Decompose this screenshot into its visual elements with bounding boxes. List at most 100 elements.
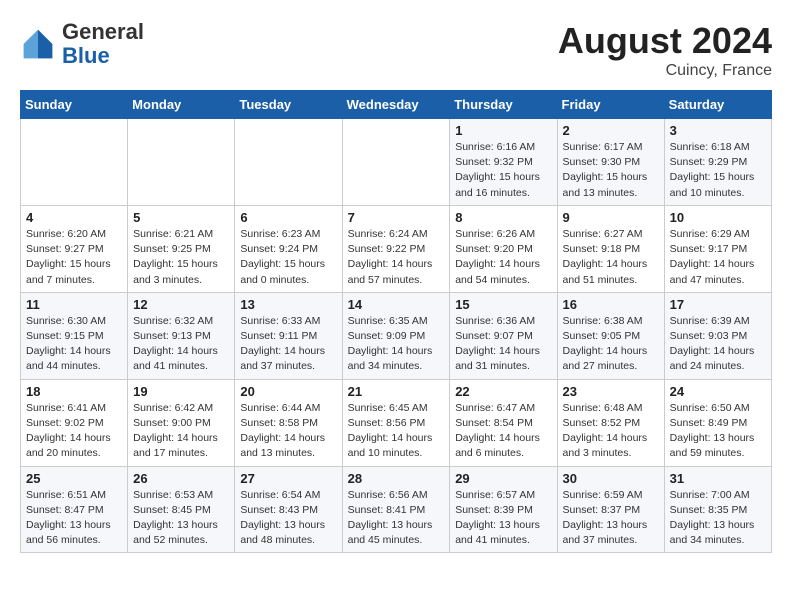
day-number: 7 bbox=[348, 210, 445, 225]
empty-cell bbox=[21, 119, 128, 206]
day-number: 18 bbox=[26, 384, 122, 399]
day-cell-22: 22Sunrise: 6:47 AM Sunset: 8:54 PM Dayli… bbox=[450, 379, 557, 466]
day-cell-30: 30Sunrise: 6:59 AM Sunset: 8:37 PM Dayli… bbox=[557, 466, 664, 553]
day-header-wednesday: Wednesday bbox=[342, 91, 450, 119]
week-row-2: 4 Sunrise: 6:20 AM Sunset: 9:27 PM Daylig… bbox=[21, 205, 772, 292]
day-header-friday: Friday bbox=[557, 91, 664, 119]
day-cell-3: 3 Sunrise: 6:18 AM Sunset: 9:29 PM Daylig… bbox=[664, 119, 771, 206]
day-info: Sunrise: 6:18 AM Sunset: 9:29 PM Dayligh… bbox=[670, 140, 766, 201]
week-row-3: 11 Sunrise: 6:30 AM Sunset: 9:15 PM Dayli… bbox=[21, 292, 772, 379]
day-cell-24: 24 Sunrise: 6:50 AM Sunset: 8:49 PM Dayli… bbox=[664, 379, 771, 466]
day-number: 29 bbox=[455, 471, 551, 486]
page-header: General Blue August 2024 Cuincy, France bbox=[20, 20, 772, 80]
day-number: 23 bbox=[563, 384, 659, 399]
day-number: 19 bbox=[133, 384, 229, 399]
logo: General Blue bbox=[20, 20, 144, 68]
day-cell-10: 10 Sunrise: 6:29 AM Sunset: 9:17 PM Dayli… bbox=[664, 205, 771, 292]
day-number: 10 bbox=[670, 210, 766, 225]
day-info: Sunrise: 6:21 AM Sunset: 9:25 PM Dayligh… bbox=[133, 227, 229, 288]
day-info: Sunrise: 6:42 AM Sunset: 9:00 PM Dayligh… bbox=[133, 401, 229, 462]
day-number: 13 bbox=[240, 297, 336, 312]
empty-cell bbox=[235, 119, 342, 206]
day-number: 9 bbox=[563, 210, 659, 225]
day-cell-15: 15Sunrise: 6:36 AM Sunset: 9:07 PM Dayli… bbox=[450, 292, 557, 379]
week-row-1: 1 Sunrise: 6:16 AM Sunset: 9:32 PM Daylig… bbox=[21, 119, 772, 206]
week-row-5: 25 Sunrise: 6:51 AM Sunset: 8:47 PM Dayli… bbox=[21, 466, 772, 553]
calendar-header-row: SundayMondayTuesdayWednesdayThursdayFrid… bbox=[21, 91, 772, 119]
day-number: 27 bbox=[240, 471, 336, 486]
day-number: 2 bbox=[563, 123, 659, 138]
day-cell-12: 12Sunrise: 6:32 AM Sunset: 9:13 PM Dayli… bbox=[128, 292, 235, 379]
title-block: August 2024 Cuincy, France bbox=[558, 20, 772, 80]
day-info: Sunrise: 6:20 AM Sunset: 9:27 PM Dayligh… bbox=[26, 227, 122, 288]
day-info: Sunrise: 6:30 AM Sunset: 9:15 PM Dayligh… bbox=[26, 314, 122, 375]
day-cell-20: 20 Sunrise: 6:44 AM Sunset: 8:58 PM Dayli… bbox=[235, 379, 342, 466]
day-cell-16: 16 Sunrise: 6:38 AM Sunset: 9:05 PM Dayli… bbox=[557, 292, 664, 379]
day-cell-1: 1 Sunrise: 6:16 AM Sunset: 9:32 PM Daylig… bbox=[450, 119, 557, 206]
day-cell-26: 26Sunrise: 6:53 AM Sunset: 8:45 PM Dayli… bbox=[128, 466, 235, 553]
day-info: Sunrise: 6:29 AM Sunset: 9:17 PM Dayligh… bbox=[670, 227, 766, 288]
day-info: Sunrise: 6:54 AM Sunset: 8:43 PM Dayligh… bbox=[240, 488, 336, 549]
day-number: 24 bbox=[670, 384, 766, 399]
empty-cell bbox=[128, 119, 235, 206]
day-info: Sunrise: 6:48 AM Sunset: 8:52 PM Dayligh… bbox=[563, 401, 659, 462]
day-cell-23: 23 Sunrise: 6:48 AM Sunset: 8:52 PM Dayli… bbox=[557, 379, 664, 466]
day-header-tuesday: Tuesday bbox=[235, 91, 342, 119]
day-number: 22 bbox=[455, 384, 551, 399]
week-row-4: 18 Sunrise: 6:41 AM Sunset: 9:02 PM Dayli… bbox=[21, 379, 772, 466]
day-number: 16 bbox=[563, 297, 659, 312]
day-number: 28 bbox=[348, 471, 445, 486]
day-info: Sunrise: 6:41 AM Sunset: 9:02 PM Dayligh… bbox=[26, 401, 122, 462]
day-number: 20 bbox=[240, 384, 336, 399]
day-number: 3 bbox=[670, 123, 766, 138]
day-info: Sunrise: 6:17 AM Sunset: 9:30 PM Dayligh… bbox=[563, 140, 659, 201]
day-number: 25 bbox=[26, 471, 122, 486]
day-number: 21 bbox=[348, 384, 445, 399]
day-number: 5 bbox=[133, 210, 229, 225]
day-info: Sunrise: 6:27 AM Sunset: 9:18 PM Dayligh… bbox=[563, 227, 659, 288]
day-number: 12 bbox=[133, 297, 229, 312]
day-header-saturday: Saturday bbox=[664, 91, 771, 119]
day-cell-8: 8Sunrise: 6:26 AM Sunset: 9:20 PM Daylig… bbox=[450, 205, 557, 292]
location: Cuincy, France bbox=[558, 62, 772, 80]
day-cell-7: 7Sunrise: 6:24 AM Sunset: 9:22 PM Daylig… bbox=[342, 205, 450, 292]
day-info: Sunrise: 6:50 AM Sunset: 8:49 PM Dayligh… bbox=[670, 401, 766, 462]
calendar-table: SundayMondayTuesdayWednesdayThursdayFrid… bbox=[20, 90, 772, 553]
empty-cell bbox=[342, 119, 450, 206]
day-number: 6 bbox=[240, 210, 336, 225]
day-info: Sunrise: 6:51 AM Sunset: 8:47 PM Dayligh… bbox=[26, 488, 122, 549]
day-info: Sunrise: 6:16 AM Sunset: 9:32 PM Dayligh… bbox=[455, 140, 551, 201]
day-cell-25: 25 Sunrise: 6:51 AM Sunset: 8:47 PM Dayli… bbox=[21, 466, 128, 553]
day-cell-11: 11 Sunrise: 6:30 AM Sunset: 9:15 PM Dayli… bbox=[21, 292, 128, 379]
day-info: Sunrise: 6:38 AM Sunset: 9:05 PM Dayligh… bbox=[563, 314, 659, 375]
day-info: Sunrise: 6:45 AM Sunset: 8:56 PM Dayligh… bbox=[348, 401, 445, 462]
day-number: 4 bbox=[26, 210, 122, 225]
logo-icon bbox=[20, 26, 56, 62]
day-cell-5: 5 Sunrise: 6:21 AM Sunset: 9:25 PM Daylig… bbox=[128, 205, 235, 292]
day-number: 14 bbox=[348, 297, 445, 312]
day-info: Sunrise: 6:23 AM Sunset: 9:24 PM Dayligh… bbox=[240, 227, 336, 288]
logo-text: General Blue bbox=[62, 20, 144, 68]
day-cell-29: 29Sunrise: 6:57 AM Sunset: 8:39 PM Dayli… bbox=[450, 466, 557, 553]
day-number: 1 bbox=[455, 123, 551, 138]
day-header-monday: Monday bbox=[128, 91, 235, 119]
day-header-sunday: Sunday bbox=[21, 91, 128, 119]
day-info: Sunrise: 6:35 AM Sunset: 9:09 PM Dayligh… bbox=[348, 314, 445, 375]
day-cell-6: 6 Sunrise: 6:23 AM Sunset: 9:24 PM Daylig… bbox=[235, 205, 342, 292]
day-number: 31 bbox=[670, 471, 766, 486]
day-cell-19: 19 Sunrise: 6:42 AM Sunset: 9:00 PM Dayli… bbox=[128, 379, 235, 466]
day-number: 17 bbox=[670, 297, 766, 312]
day-cell-18: 18 Sunrise: 6:41 AM Sunset: 9:02 PM Dayli… bbox=[21, 379, 128, 466]
day-number: 26 bbox=[133, 471, 229, 486]
day-cell-27: 27 Sunrise: 6:54 AM Sunset: 8:43 PM Dayli… bbox=[235, 466, 342, 553]
day-number: 30 bbox=[563, 471, 659, 486]
day-number: 15 bbox=[455, 297, 551, 312]
day-cell-28: 28Sunrise: 6:56 AM Sunset: 8:41 PM Dayli… bbox=[342, 466, 450, 553]
day-cell-4: 4 Sunrise: 6:20 AM Sunset: 9:27 PM Daylig… bbox=[21, 205, 128, 292]
day-header-thursday: Thursday bbox=[450, 91, 557, 119]
day-cell-21: 21 Sunrise: 6:45 AM Sunset: 8:56 PM Dayli… bbox=[342, 379, 450, 466]
day-number: 11 bbox=[26, 297, 122, 312]
day-cell-17: 17Sunrise: 6:39 AM Sunset: 9:03 PM Dayli… bbox=[664, 292, 771, 379]
day-info: Sunrise: 6:44 AM Sunset: 8:58 PM Dayligh… bbox=[240, 401, 336, 462]
day-number: 8 bbox=[455, 210, 551, 225]
